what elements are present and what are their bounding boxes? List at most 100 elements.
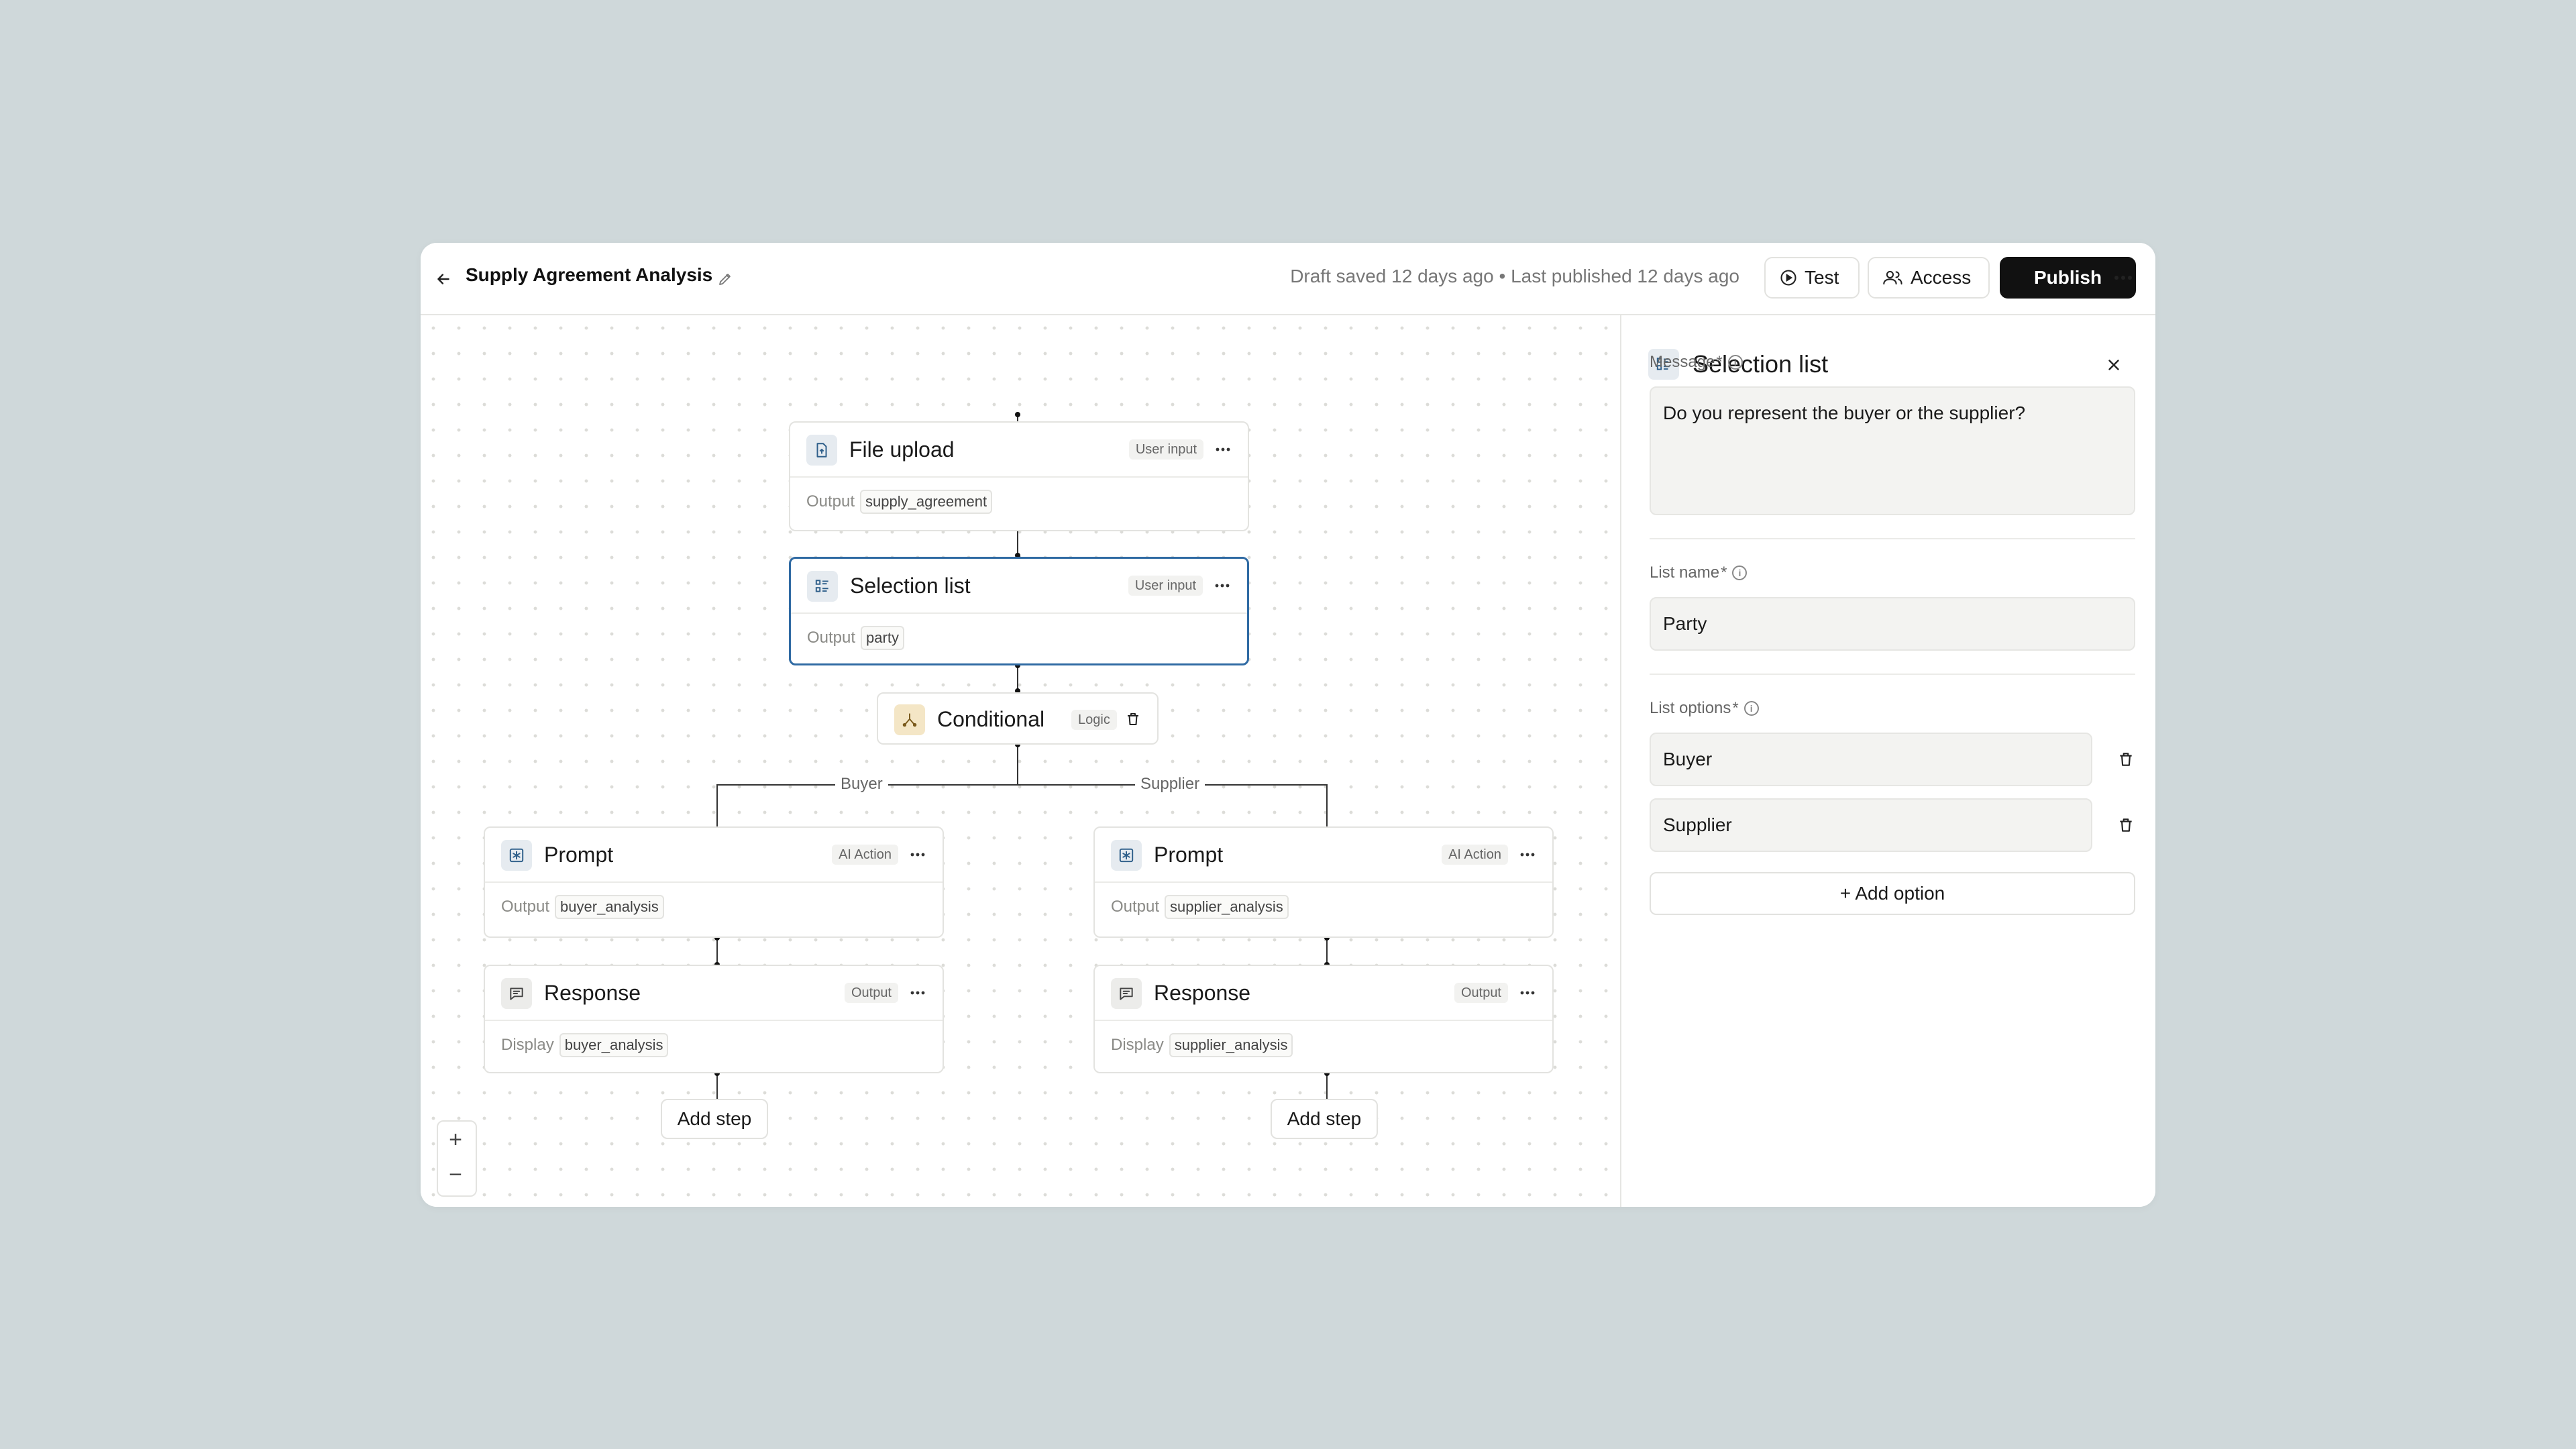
node-header: Prompt AI Action: [1095, 828, 1552, 883]
list-name-input[interactable]: Party: [1650, 597, 2135, 651]
more-horizontal-icon: [1520, 991, 1535, 995]
node-menu-button[interactable]: [1210, 574, 1235, 598]
add-step-button-buyer[interactable]: Add step: [661, 1099, 768, 1139]
trash-icon: [1128, 713, 1138, 725]
properties-panel: Selection list Message * i Do you represe…: [1620, 315, 2155, 1207]
required-mark: *: [1732, 699, 1739, 717]
info-icon[interactable]: i: [1732, 566, 1748, 580]
node-menu-button[interactable]: [905, 981, 930, 1005]
more-horizontal-icon: [910, 991, 925, 995]
close-panel-button[interactable]: [2099, 350, 2129, 380]
more-horizontal-icon: [1520, 853, 1535, 857]
node-type-badge: Output: [844, 983, 898, 1003]
sparkle-icon: [501, 840, 532, 871]
zoom-in-button[interactable]: +: [438, 1123, 473, 1157]
message-icon: [501, 978, 532, 1009]
play-circle-icon: [1780, 270, 1796, 286]
node-output: Output supplier_analysis: [1111, 895, 1289, 919]
output-variable-chip: buyer_analysis: [555, 895, 664, 919]
node-output: Output party: [807, 626, 904, 650]
file-upload-icon: [806, 435, 837, 466]
option-input-supplier[interactable]: Supplier: [1650, 798, 2092, 852]
more-options-button[interactable]: [2108, 263, 2138, 292]
message-label-text: Message: [1650, 353, 1715, 371]
node-output: Output buyer_analysis: [501, 895, 664, 919]
delete-node-button[interactable]: [1121, 707, 1145, 731]
pencil-icon: [719, 274, 731, 285]
display-variable-chip: buyer_analysis: [559, 1033, 669, 1057]
output-label: Output: [1111, 898, 1160, 916]
node-title: Prompt: [544, 843, 614, 867]
test-button[interactable]: Test: [1764, 257, 1860, 299]
node-file-upload[interactable]: File upload User input Output supply_agr…: [789, 421, 1249, 531]
node-title: File upload: [849, 437, 955, 462]
edit-title-button[interactable]: [713, 267, 737, 291]
info-icon[interactable]: i: [1743, 701, 1759, 716]
node-header: Response Output: [485, 966, 943, 1021]
node-header: Selection list User input: [791, 559, 1247, 614]
zoom-controls: + −: [437, 1120, 477, 1197]
access-label: Access: [1911, 267, 1972, 288]
more-horizontal-icon: [1216, 447, 1230, 451]
trash-icon: [2120, 818, 2132, 832]
node-prompt-buyer[interactable]: Prompt AI Action Output buyer_analysis: [484, 826, 944, 938]
required-mark: *: [1721, 564, 1727, 582]
node-title: Selection list: [850, 574, 971, 598]
node-title: Response: [544, 981, 641, 1005]
more-horizontal-icon: [2114, 276, 2132, 280]
list-name-label-text: List name: [1650, 564, 1720, 582]
node-header: File upload User input: [790, 423, 1248, 478]
save-status: Draft saved 12 days ago • Last published…: [1290, 266, 1739, 286]
back-button[interactable]: [431, 267, 455, 291]
node-header: Response Output: [1095, 966, 1552, 1021]
arrow-left-icon: [437, 274, 449, 284]
trash-icon: [2120, 753, 2132, 766]
message-field-label: Message * i: [1650, 353, 1743, 372]
node-type-badge: User input: [1128, 576, 1203, 596]
required-mark: *: [1716, 353, 1723, 371]
access-button[interactable]: Access: [1868, 257, 1990, 299]
divider: [1650, 538, 2135, 539]
node-selection-list[interactable]: Selection list User input Output party: [789, 557, 1249, 665]
node-conditional[interactable]: Conditional Logic: [877, 692, 1159, 745]
list-icon: [807, 571, 838, 602]
node-menu-button[interactable]: [1515, 843, 1540, 867]
output-variable-chip: party: [861, 626, 904, 650]
node-response-buyer[interactable]: Response Output Display buyer_analysis: [484, 965, 944, 1073]
output-label: Output: [501, 898, 550, 916]
display-variable-chip: supplier_analysis: [1169, 1033, 1293, 1057]
delete-option-button[interactable]: [2111, 810, 2141, 840]
workflow-canvas[interactable]: File upload User input Output supply_agr…: [421, 315, 1620, 1207]
message-icon: [1111, 978, 1142, 1009]
users-icon: [1883, 270, 1902, 285]
node-output: Output supply_agreement: [806, 490, 993, 514]
node-response-supplier[interactable]: Response Output Display supplier_analysi…: [1093, 965, 1554, 1073]
output-label: Output: [806, 492, 855, 511]
info-icon[interactable]: i: [1727, 355, 1743, 370]
node-menu-button[interactable]: [1515, 981, 1540, 1005]
node-display: Display supplier_analysis: [1111, 1033, 1293, 1057]
branch-label-supplier: Supplier: [1135, 775, 1205, 794]
sparkle-icon: [1111, 840, 1142, 871]
message-textarea[interactable]: Do you represent the buyer or the suppli…: [1650, 386, 2135, 515]
node-type-badge: User input: [1128, 439, 1203, 460]
zoom-out-button[interactable]: −: [438, 1158, 473, 1191]
node-display: Display buyer_analysis: [501, 1033, 669, 1057]
output-label: Output: [807, 629, 856, 647]
close-icon: [2108, 360, 2119, 370]
app-window: Supply Agreement Analysis Draft saved 12…: [421, 243, 2155, 1207]
option-input-buyer[interactable]: Buyer: [1650, 733, 2092, 786]
node-title: Response: [1154, 981, 1251, 1005]
node-prompt-supplier[interactable]: Prompt AI Action Output supplier_analysi…: [1093, 826, 1554, 938]
more-horizontal-icon: [1215, 584, 1230, 588]
add-option-button[interactable]: + Add option: [1650, 872, 2135, 915]
branch-icon: [894, 704, 925, 735]
add-step-button-supplier[interactable]: Add step: [1271, 1099, 1378, 1139]
delete-option-button[interactable]: [2111, 745, 2141, 774]
test-label: Test: [1805, 267, 1839, 288]
node-type-badge: Output: [1454, 983, 1508, 1003]
display-label: Display: [1111, 1036, 1164, 1054]
node-menu-button[interactable]: [905, 843, 930, 867]
list-options-field-label: List options * i: [1650, 699, 1759, 718]
node-menu-button[interactable]: [1210, 437, 1236, 462]
